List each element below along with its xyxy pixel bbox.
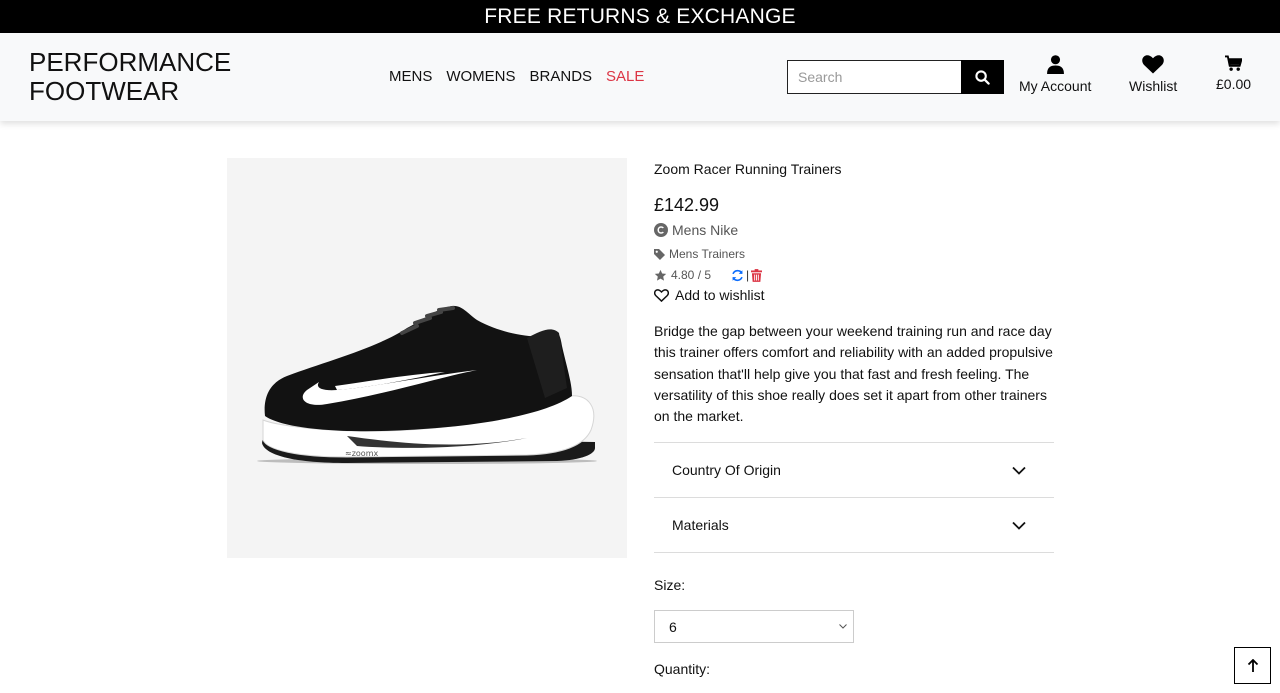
back-to-top-button[interactable] <box>1234 647 1271 684</box>
wishlist-link[interactable]: Wishlist <box>1129 55 1177 94</box>
site-logo[interactable]: PERFORMANCE FOOTWEAR <box>29 48 231 106</box>
product-category[interactable]: Mens Trainers <box>654 247 745 261</box>
arrow-up-icon <box>1247 658 1258 672</box>
nav-womens[interactable]: WOMENS <box>446 68 515 85</box>
rating-value: 4.80 / 5 <box>671 268 712 282</box>
logo-line-1: PERFORMANCE <box>29 47 232 77</box>
user-icon <box>1046 55 1064 74</box>
cart-link[interactable]: £0.00 <box>1216 55 1251 92</box>
admin-actions: | <box>731 268 763 282</box>
chevron-down-icon <box>1012 521 1026 530</box>
accordion-country-of-origin[interactable]: Country Of Origin <box>654 443 1054 498</box>
search-input[interactable] <box>787 60 961 94</box>
cart-total: £0.00 <box>1216 76 1252 92</box>
accordion-materials[interactable]: Materials <box>654 498 1054 553</box>
search-button[interactable] <box>961 60 1004 94</box>
action-separator: | <box>746 268 750 282</box>
tag-icon <box>654 248 665 260</box>
brand-label: Mens Nike <box>672 222 739 238</box>
main-nav: MENS WOMENS BRANDS SALE <box>389 68 644 85</box>
product-brand[interactable]: Mens Nike <box>654 222 738 238</box>
size-label: Size: <box>654 577 686 593</box>
product-title: Zoom Racer Running Trainers <box>654 161 842 177</box>
quantity-label: Quantity: <box>654 661 711 677</box>
accordion-label: Materials <box>672 517 729 533</box>
copyright-icon <box>654 223 668 237</box>
chevron-down-icon <box>839 624 847 629</box>
chevron-down-icon <box>1012 466 1026 475</box>
product-image: ≈zoomx <box>227 158 627 558</box>
category-label: Mens Trainers <box>669 247 746 261</box>
star-icon <box>654 269 667 281</box>
logo-line-2: FOOTWEAR <box>29 76 180 106</box>
product-price: £142.99 <box>654 195 720 215</box>
site-header: PERFORMANCE FOOTWEAR MENS WOMENS BRANDS … <box>0 33 1280 121</box>
my-account-link[interactable]: My Account <box>1019 55 1091 94</box>
heart-icon <box>1142 55 1164 74</box>
product-rating: 4.80 / 5 | <box>654 268 763 282</box>
nav-brands[interactable]: BRANDS <box>530 68 593 85</box>
nav-mens[interactable]: MENS <box>389 68 432 85</box>
svg-text:≈zoomx: ≈zoomx <box>345 449 378 458</box>
product-description: Bridge the gap between your weekend trai… <box>654 323 1053 425</box>
promo-banner: FREE RETURNS & EXCHANGE <box>0 0 1280 33</box>
search-icon <box>975 69 990 85</box>
size-value: 6 <box>669 618 677 635</box>
shoe-image: ≈zoomx <box>257 305 597 464</box>
cart-icon <box>1225 55 1243 71</box>
nav-sale[interactable]: SALE <box>606 68 644 85</box>
heart-outline-icon <box>654 288 669 302</box>
product-accordion: Country Of Origin Materials <box>654 442 1054 553</box>
wishlist-label: Wishlist <box>1129 78 1178 94</box>
add-to-wishlist-button[interactable]: Add to wishlist <box>654 287 764 303</box>
search-form <box>787 60 1004 94</box>
trash-icon[interactable] <box>751 268 763 282</box>
accordion-label: Country Of Origin <box>672 462 781 478</box>
my-account-label: My Account <box>1019 78 1092 94</box>
refresh-icon[interactable] <box>731 269 744 282</box>
size-select[interactable]: 6 <box>654 610 854 643</box>
add-to-wishlist-label: Add to wishlist <box>675 287 765 303</box>
